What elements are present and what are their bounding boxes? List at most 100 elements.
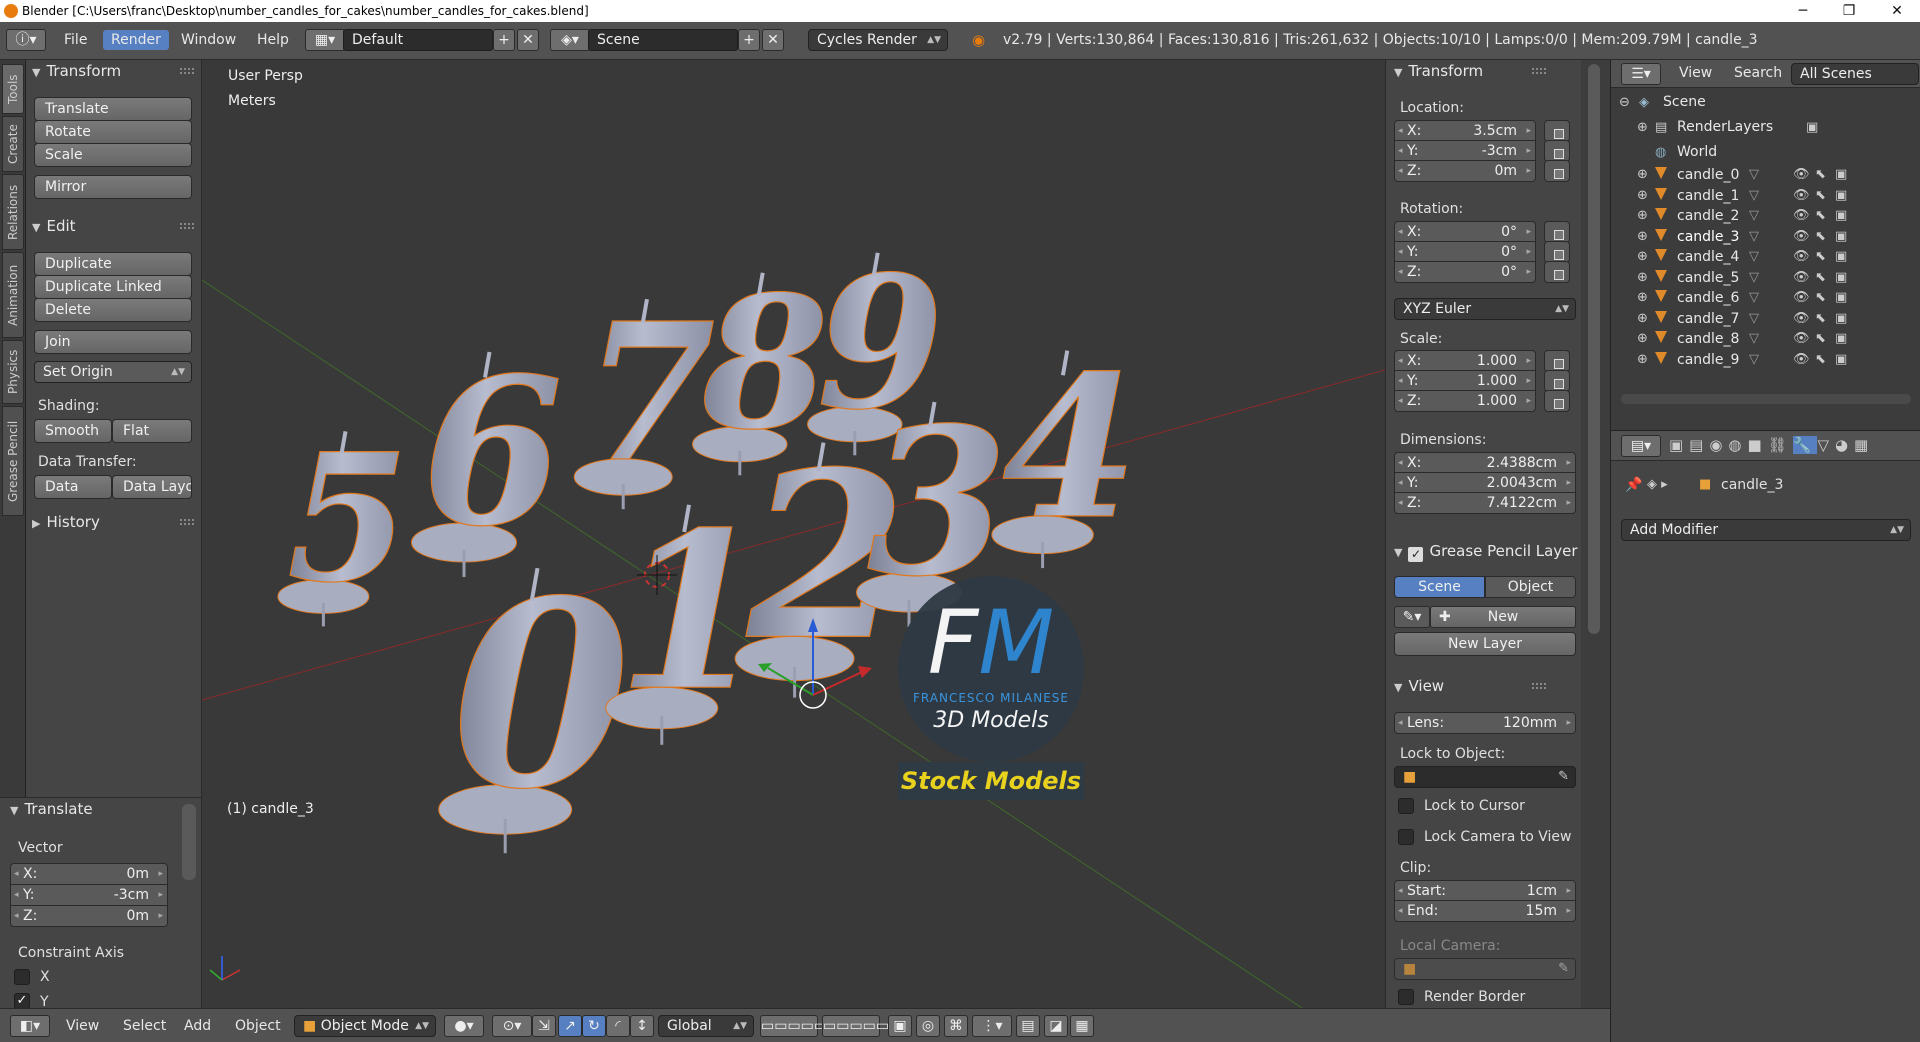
menu-view[interactable]: View xyxy=(66,1018,99,1034)
expand-icon[interactable]: ⊕ xyxy=(1637,186,1648,206)
outliner-renderlayers-row[interactable]: ⊕ ▤ RenderLayers ▣ xyxy=(1611,115,1920,140)
join-button[interactable]: Join xyxy=(34,330,192,354)
screen-layout-icon[interactable]: ▦▾ xyxy=(305,29,345,51)
mirror-button[interactable]: Mirror xyxy=(34,175,192,199)
dimensions-z-field[interactable]: ◂ Z: 7.4122cm ▸ xyxy=(1394,492,1576,514)
n-transform-header[interactable]: ▼ Transform xyxy=(1394,60,1564,82)
close-button[interactable]: ✕ xyxy=(1874,0,1920,22)
edit-panel-header[interactable]: ▼ Edit xyxy=(32,215,202,237)
duplicate-linked-button[interactable]: Duplicate Linked xyxy=(34,275,192,299)
add-scene-icon[interactable]: + xyxy=(738,29,760,51)
lock-object-field[interactable]: ■ ✎ xyxy=(1394,766,1576,788)
opengl-render-icon[interactable]: ◪ xyxy=(1044,1015,1068,1037)
gp-scene-toggle[interactable]: Scene xyxy=(1394,576,1485,598)
remove-scene-icon[interactable]: ✕ xyxy=(762,29,784,51)
renderable-camera-icon[interactable]: ▣ xyxy=(1835,206,1847,226)
editor-type-properties-icon[interactable]: ▤▾ xyxy=(1621,435,1661,457)
grease-pencil-header[interactable]: ▼ ✓ Grease Pencil Layer xyxy=(1394,540,1580,562)
tab-grease-pencil[interactable]: Grease Pencil xyxy=(2,406,24,516)
rotation-z-field[interactable]: ◂ Z: 0° ▸ xyxy=(1394,261,1536,283)
operator-x-field[interactable]: ◂ X: 0m ▸ xyxy=(10,863,168,885)
renderable-camera-icon[interactable]: ▣ xyxy=(1835,247,1847,267)
outliner-hscroll[interactable] xyxy=(1621,394,1911,404)
outliner-object-row[interactable]: ⊕ candle_9 ▽ 👁 ⬉ ▣ xyxy=(1611,350,1920,370)
selectable-cursor-icon[interactable]: ⬉ xyxy=(1815,350,1826,370)
expand-icon[interactable]: ⊕ xyxy=(1637,227,1648,247)
gp-pencil-icon[interactable]: ✎▾ xyxy=(1394,606,1430,628)
editor-type-outliner-icon[interactable]: ☰▾ xyxy=(1621,63,1661,85)
menu-window[interactable]: Window xyxy=(181,32,236,48)
editor-type-3d-icon[interactable]: ◧▾ xyxy=(10,1015,50,1037)
render-border-checkbox[interactable] xyxy=(1398,989,1414,1005)
screen-layout-field[interactable]: Default xyxy=(343,29,493,51)
expand-icon[interactable]: ⊕ xyxy=(1637,268,1648,288)
renderable-camera-icon[interactable]: ▣ xyxy=(1835,350,1847,370)
maximize-button[interactable]: ❐ xyxy=(1826,0,1872,22)
menu-add[interactable]: Add xyxy=(184,1018,211,1034)
selectable-cursor-icon[interactable]: ⬉ xyxy=(1815,165,1826,185)
visibility-eye-icon[interactable]: 👁 xyxy=(1793,288,1810,308)
gp-object-toggle[interactable]: Object xyxy=(1485,576,1576,598)
delete-button[interactable]: Delete xyxy=(34,298,192,322)
gp-new-button[interactable]: ✚ New xyxy=(1430,606,1576,628)
lock-to-cursor-checkbox[interactable] xyxy=(1398,798,1414,814)
scale-y-field[interactable]: ◂ Y: 1.000 ▸ xyxy=(1394,370,1536,392)
flat-button[interactable]: Flat xyxy=(112,419,192,443)
outliner-filter-dropdown[interactable]: All Scenes xyxy=(1791,63,1919,85)
location-z-field[interactable]: ◂ Z: 0m ▸ xyxy=(1394,160,1536,182)
expand-icon[interactable]: ⊕ xyxy=(1637,350,1648,370)
editor-type-info-icon[interactable]: ⓘ▾ xyxy=(6,29,46,51)
snap-icon[interactable]: ⌘ xyxy=(944,1015,968,1037)
outliner-object-row[interactable]: ⊕ candle_5 ▽ 👁 ⬉ ▣ xyxy=(1611,268,1920,288)
tab-tools[interactable]: Tools xyxy=(2,64,24,114)
properties-context-tabs[interactable]: ▣▤◉◍■⛓🔧▽◕▦ xyxy=(1669,436,1874,454)
tab-physics[interactable]: Physics xyxy=(2,340,24,404)
rotation-y-field[interactable]: ◂ Y: 0° ▸ xyxy=(1394,241,1536,263)
visibility-eye-icon[interactable]: 👁 xyxy=(1793,309,1810,329)
lock-location-x-icon[interactable] xyxy=(1544,120,1570,142)
orientation-dropdown[interactable]: Global ▲▼ xyxy=(658,1015,754,1037)
pivot-point-icon[interactable]: ⊙▾ xyxy=(492,1015,532,1037)
mode-dropdown[interactable]: ■ Object Mode ▲▼ xyxy=(294,1015,436,1037)
selectable-cursor-icon[interactable]: ⬉ xyxy=(1815,227,1826,247)
menu-object[interactable]: Object xyxy=(235,1018,281,1034)
proportional-edit-icon[interactable]: ◎ xyxy=(916,1015,940,1037)
selectable-cursor-icon[interactable]: ⬉ xyxy=(1815,247,1826,267)
outliner-menu-view[interactable]: View xyxy=(1679,65,1712,81)
tab-relations[interactable]: Relations xyxy=(2,174,24,250)
expand-icon[interactable]: ⊕ xyxy=(1637,309,1648,329)
pin-icon[interactable]: 📌 xyxy=(1625,477,1642,493)
visibility-eye-icon[interactable]: 👁 xyxy=(1793,206,1810,226)
lock-camera-checkbox[interactable] xyxy=(1398,829,1414,845)
visibility-eye-icon[interactable]: 👁 xyxy=(1793,268,1810,288)
duplicate-button[interactable]: Duplicate xyxy=(34,252,192,276)
outliner-object-row[interactable]: ⊕ candle_1 ▽ 👁 ⬉ ▣ xyxy=(1611,186,1920,206)
outliner-menu-search[interactable]: Search xyxy=(1734,65,1782,81)
lock-scale-x-icon[interactable] xyxy=(1544,350,1570,372)
visibility-eye-icon[interactable]: 👁 xyxy=(1793,227,1810,247)
opengl-anim-icon[interactable]: ▦ xyxy=(1070,1015,1094,1037)
rotate-manip-icon[interactable]: ↻ xyxy=(582,1015,606,1037)
dimensions-y-field[interactable]: ◂ Y: 2.0043cm ▸ xyxy=(1394,472,1576,494)
lens-field[interactable]: ◂ Lens: 120mm ▸ xyxy=(1394,712,1576,734)
constraint-y-checkbox[interactable]: ✓ xyxy=(14,993,30,1009)
visibility-eye-icon[interactable]: 👁 xyxy=(1793,186,1810,206)
renderable-camera-icon[interactable]: ▣ xyxy=(1835,309,1847,329)
expand-icon[interactable]: ⊕ xyxy=(1637,247,1648,267)
renderable-camera-icon[interactable]: ▣ xyxy=(1835,329,1847,349)
minimize-button[interactable]: ─ xyxy=(1780,0,1826,22)
tab-create[interactable]: Create xyxy=(2,116,24,172)
smooth-button[interactable]: Smooth xyxy=(34,419,112,443)
lock-rotation-z-icon[interactable] xyxy=(1544,261,1570,283)
outliner-object-row[interactable]: ⊕ candle_2 ▽ 👁 ⬉ ▣ xyxy=(1611,206,1920,226)
renderable-camera-icon[interactable]: ▣ xyxy=(1835,227,1847,247)
lock-rotation-x-icon[interactable] xyxy=(1544,221,1570,243)
translate-operator-header[interactable]: ▼ Translate xyxy=(10,798,180,820)
view-panel-header[interactable]: ▼ View xyxy=(1394,675,1564,697)
snap-element-icon[interactable]: ⋮▾ xyxy=(972,1015,1012,1037)
data-button[interactable]: Data xyxy=(34,475,112,499)
lock-layers-icon[interactable]: ▣ xyxy=(888,1015,912,1037)
scale-x-field[interactable]: ◂ X: 1.000 ▸ xyxy=(1394,350,1536,372)
expand-icon[interactable]: ⊕ xyxy=(1637,329,1648,349)
add-layout-icon[interactable]: + xyxy=(493,29,515,51)
